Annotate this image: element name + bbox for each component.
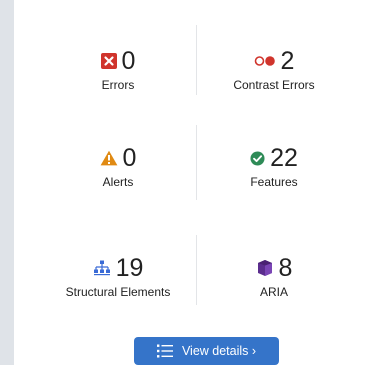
warning-triangle-icon <box>100 150 118 166</box>
contrast-errors-label: Contrast Errors <box>233 78 315 92</box>
aria-count: 8 <box>278 254 293 282</box>
list-icon <box>156 344 173 358</box>
features-count: 22 <box>270 144 298 172</box>
view-details-button[interactable]: View details › <box>134 337 279 365</box>
summary-grid: 0 Errors 2 Contrast Errors 0 Alerts 22 F… <box>40 0 352 330</box>
structural-elements-stat: 19 Structural Elements <box>40 253 196 299</box>
aria-stat: 8 ARIA <box>196 253 352 299</box>
features-stat: 22 Features <box>196 143 352 189</box>
contrast-errors-count: 2 <box>280 47 295 75</box>
contrast-errors-stat: 2 Contrast Errors <box>196 46 352 92</box>
errors-label: Errors <box>101 78 135 92</box>
errors-stat: 0 Errors <box>40 46 196 92</box>
features-label: Features <box>250 175 298 189</box>
structural-elements-label: Structural Elements <box>65 285 171 299</box>
errors-count: 0 <box>121 47 136 75</box>
alerts-count: 0 <box>122 144 137 172</box>
sitemap-icon <box>93 260 111 276</box>
structural-elements-count: 19 <box>115 254 144 282</box>
contrast-icon <box>254 55 276 67</box>
check-circle-icon <box>250 150 265 166</box>
alerts-stat: 0 Alerts <box>40 143 196 189</box>
cube-icon <box>256 259 274 277</box>
summary-panel: 0 Errors 2 Contrast Errors 0 Alerts 22 F… <box>0 0 374 365</box>
aria-label: ARIA <box>259 285 288 299</box>
error-x-icon <box>100 53 117 69</box>
alerts-label: Alerts <box>102 175 134 189</box>
left-rail <box>0 0 14 365</box>
view-details-label: View details › <box>181 344 257 358</box>
